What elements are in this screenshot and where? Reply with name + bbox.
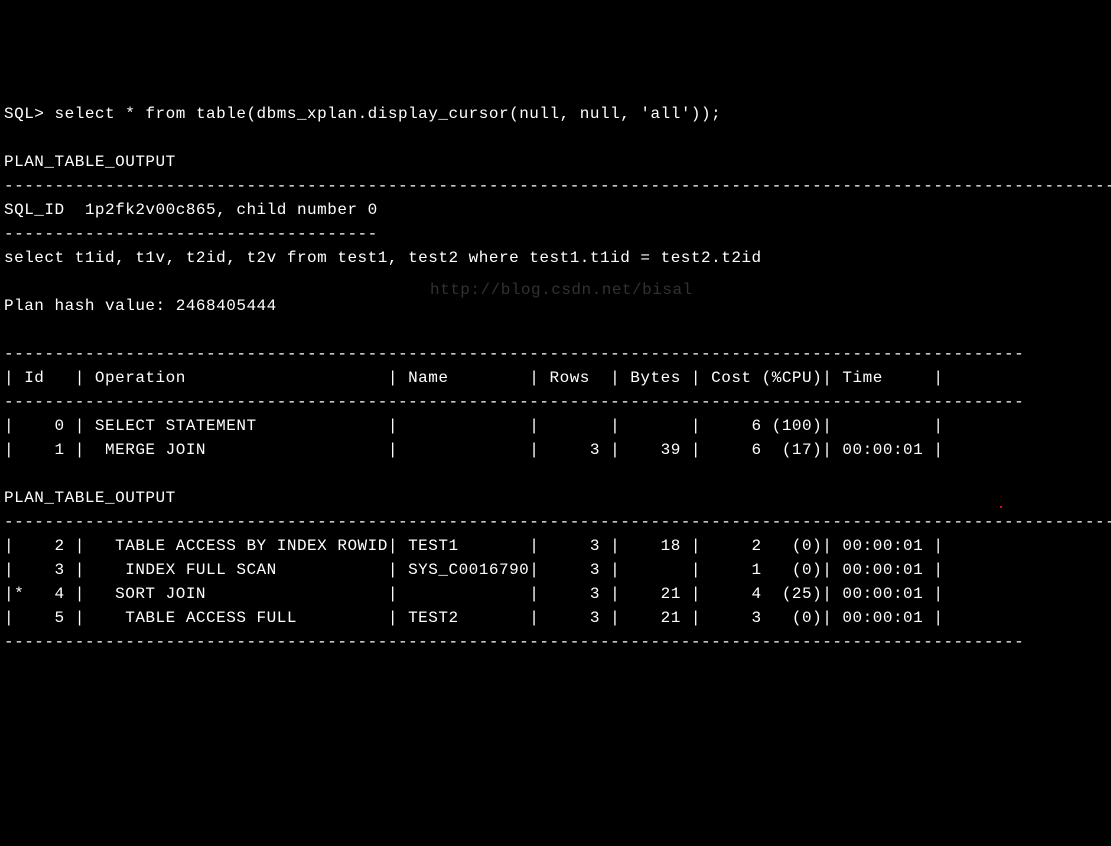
table-border: ----------------------------------------… [4, 345, 1024, 363]
divider-line: ----------------------------------------… [4, 177, 1111, 195]
table-row: | 3 | INDEX FULL SCAN | SYS_C0016790| 3 … [4, 561, 943, 579]
table-row: | 0 | SELECT STATEMENT | | | | 6 (100)| … [4, 417, 943, 435]
sql-prompt: SQL> [4, 105, 55, 123]
terminal-output: SQL> select * from table(dbms_xplan.disp… [4, 102, 1111, 654]
sql-id-line: SQL_ID 1p2fk2v00c865, child number 0 [4, 201, 378, 219]
divider-line: ------------------------------------- [4, 225, 378, 243]
section-header: PLAN_TABLE_OUTPUT [4, 153, 176, 171]
plan-hash-line: Plan hash value: 2468405444 [4, 297, 277, 315]
divider-line: ----------------------------------------… [4, 513, 1111, 531]
sql-query: select * from table(dbms_xplan.display_c… [55, 105, 722, 123]
table-row: | 5 | TABLE ACCESS FULL | TEST2 | 3 | 21… [4, 609, 943, 627]
table-border: ----------------------------------------… [4, 393, 1024, 411]
table-row: | 2 | TABLE ACCESS BY INDEX ROWID| TEST1… [4, 537, 943, 555]
statement-line: select t1id, t1v, t2id, t2v from test1, … [4, 249, 762, 267]
table-border: ----------------------------------------… [4, 633, 1024, 651]
table-header-row: | Id | Operation | Name | Rows | Bytes |… [4, 369, 943, 387]
table-row: |* 4 | SORT JOIN | | 3 | 21 | 4 (25)| 00… [4, 585, 943, 603]
table-row: | 1 | MERGE JOIN | | 3 | 39 | 6 (17)| 00… [4, 441, 943, 459]
section-header: PLAN_TABLE_OUTPUT [4, 489, 176, 507]
